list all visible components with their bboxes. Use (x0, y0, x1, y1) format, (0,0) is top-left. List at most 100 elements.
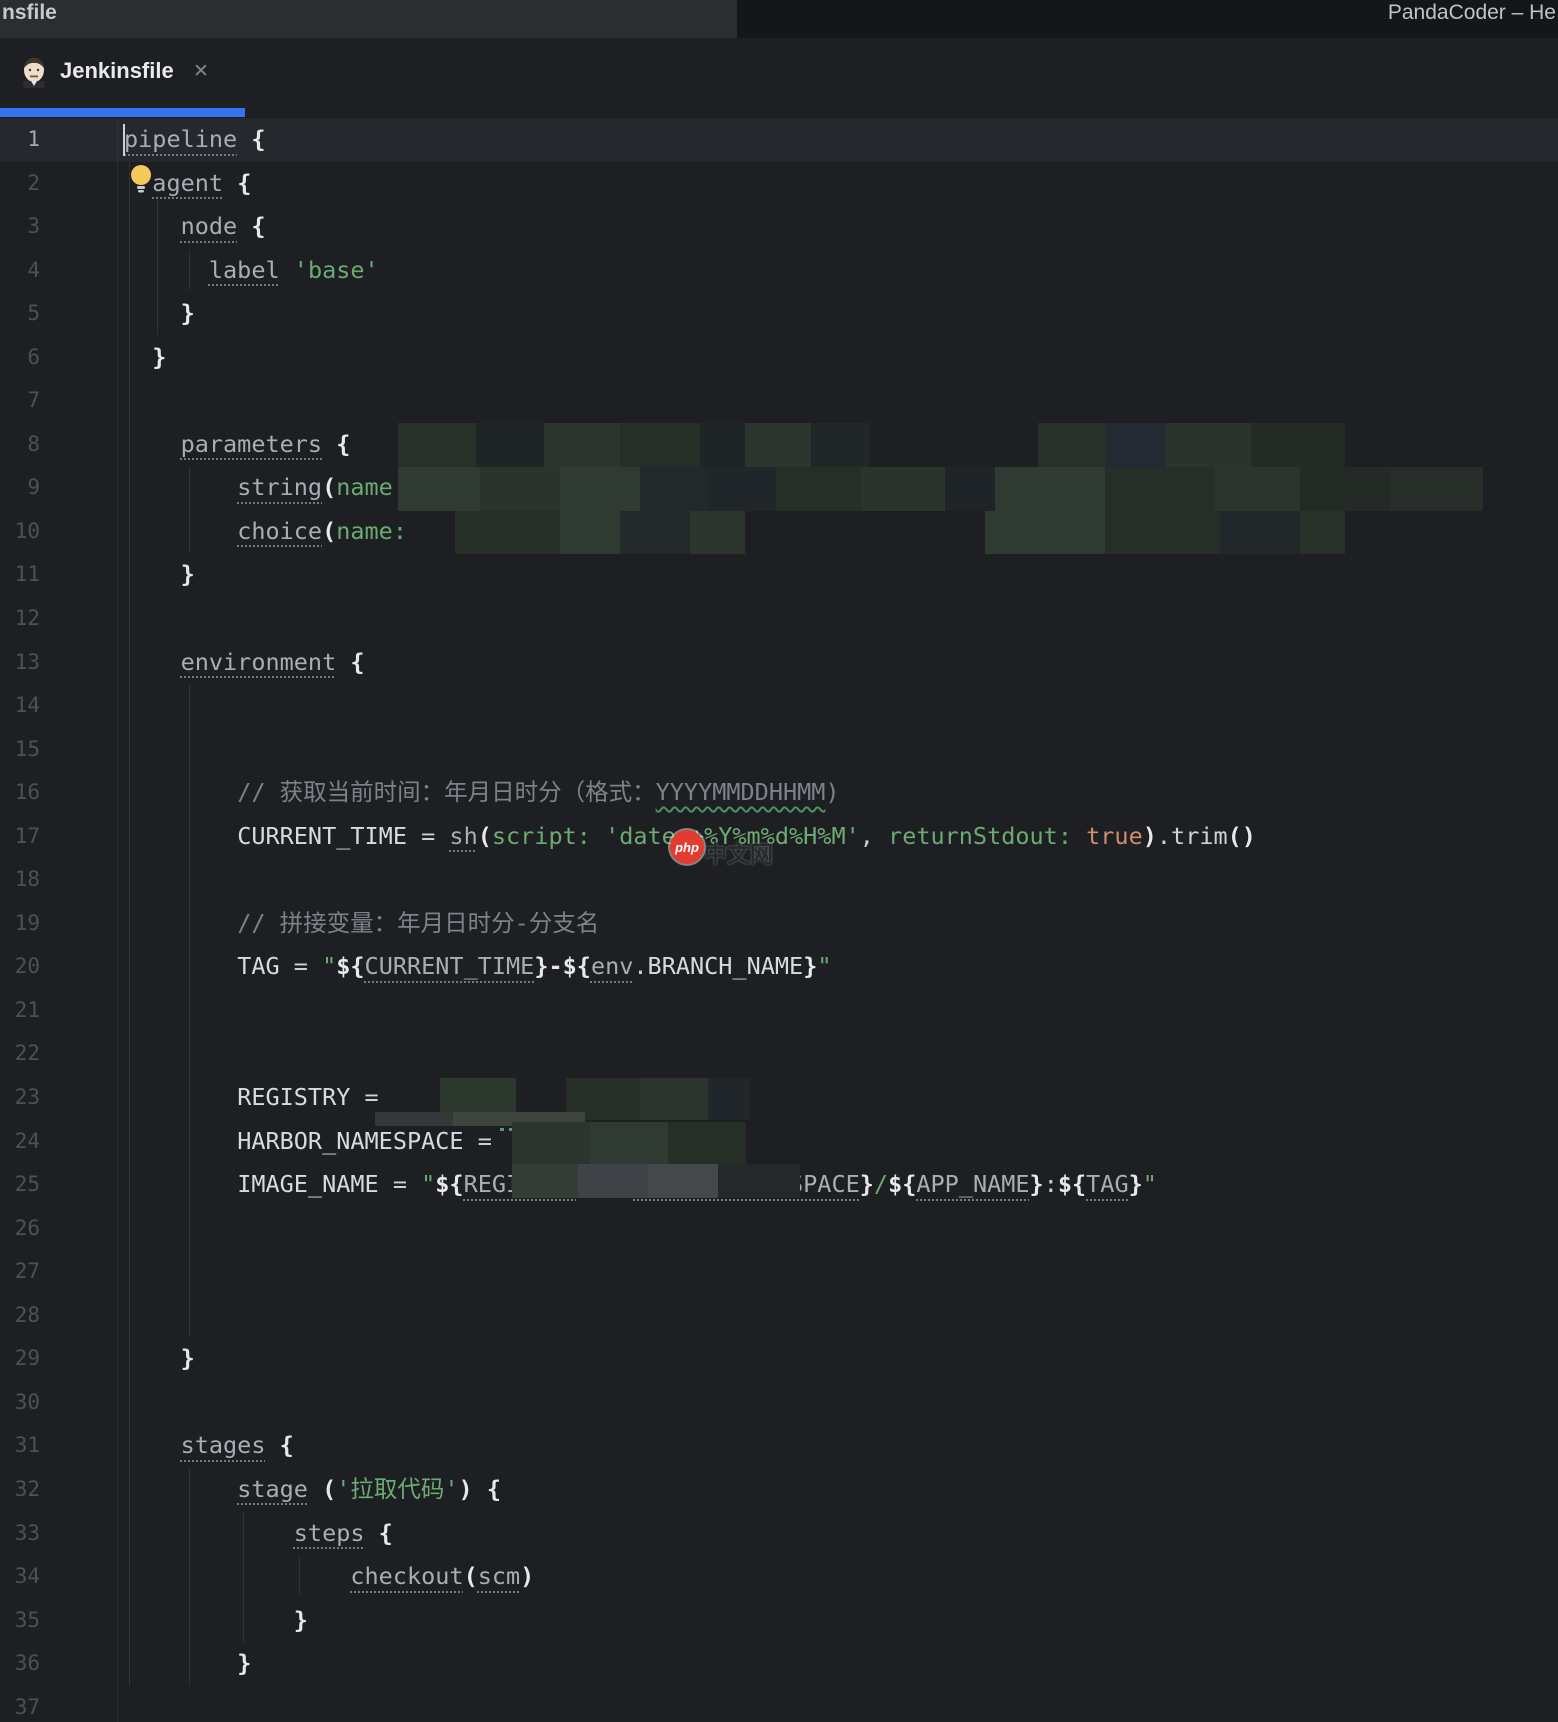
line-number[interactable]: 35 (0, 1599, 40, 1643)
line-number[interactable]: 1 (0, 118, 40, 162)
code-line[interactable]: // 拼接变量：年月日时分-分支名 (124, 902, 1256, 946)
code-token: returnStdout: (888, 821, 1072, 850)
line-number[interactable]: 2 (0, 162, 40, 206)
code-line[interactable]: stages { (124, 1424, 1256, 1468)
line-number[interactable]: 9 (0, 466, 40, 510)
code-token: } (180, 560, 195, 589)
line-number[interactable]: 6 (0, 336, 40, 380)
code-line[interactable]: } (124, 336, 1256, 380)
code-token: / (873, 1170, 889, 1199)
code-line[interactable]: } (124, 1599, 1256, 1643)
active-tab-indicator (0, 108, 245, 117)
code-line[interactable] (124, 989, 1256, 1033)
watermark: php 中文网 (670, 830, 790, 870)
line-number[interactable]: 11 (0, 553, 40, 597)
code-line[interactable]: TAG = "${CURRENT_TIME}-${env.BRANCH_NAME… (124, 945, 1256, 989)
code-token: env (590, 952, 634, 981)
code-line[interactable] (124, 1250, 1256, 1294)
line-number[interactable]: 36 (0, 1642, 40, 1686)
code-token: { (237, 212, 266, 241)
line-number[interactable]: 31 (0, 1424, 40, 1468)
code-token: " (817, 952, 832, 981)
code-line[interactable] (124, 1207, 1256, 1251)
code-line[interactable]: } (124, 1337, 1256, 1381)
line-number[interactable]: 24 (0, 1120, 40, 1164)
code-line[interactable]: // 获取当前时间：年月日时分（格式：YYYYMMDDHHMM) (124, 771, 1256, 815)
line-number[interactable]: 28 (0, 1294, 40, 1338)
code-line[interactable] (124, 1381, 1256, 1425)
code-token: { (322, 429, 351, 458)
code-token: TAG (1086, 1170, 1129, 1199)
code-line[interactable]: } (124, 553, 1256, 597)
code-token: { (223, 168, 252, 197)
code-token: ) (458, 1474, 473, 1503)
line-number[interactable]: 13 (0, 641, 40, 685)
code-token: , (859, 821, 889, 850)
line-number[interactable]: 7 (0, 379, 40, 423)
code-line[interactable] (124, 1686, 1256, 1722)
line-number[interactable]: 19 (0, 902, 40, 946)
line-number[interactable]: 23 (0, 1076, 40, 1120)
line-number[interactable]: 32 (0, 1468, 40, 1512)
code-line[interactable]: label 'base' (124, 249, 1256, 293)
code-token: sh (449, 821, 478, 850)
code-line[interactable]: pipeline { (124, 118, 1256, 162)
code-line[interactable]: steps { (124, 1512, 1256, 1556)
close-icon[interactable]: ✕ (193, 60, 209, 83)
code-line[interactable]: } (124, 292, 1256, 336)
code-token: ) (520, 1562, 535, 1591)
code-line[interactable]: node { (124, 205, 1256, 249)
code-line[interactable]: environment { (124, 641, 1256, 685)
line-number[interactable]: 3 (0, 205, 40, 249)
code-line[interactable] (124, 597, 1256, 641)
tab-jenkinsfile[interactable]: Jenkinsfile ✕ (0, 38, 245, 108)
line-number[interactable]: 27 (0, 1250, 40, 1294)
code-line[interactable]: checkout(scm) (124, 1555, 1256, 1599)
line-number[interactable]: 5 (0, 292, 40, 336)
code-token: ${ (562, 952, 591, 981)
line-number[interactable]: 10 (0, 510, 40, 554)
code-line[interactable] (124, 684, 1256, 728)
code-line[interactable] (124, 379, 1256, 423)
code-token: string (237, 473, 323, 502)
code-line[interactable]: } (124, 1642, 1256, 1686)
line-number[interactable]: 21 (0, 989, 40, 1033)
line-number[interactable]: 18 (0, 858, 40, 902)
line-number[interactable]: 8 (0, 423, 40, 467)
code-line[interactable] (124, 1294, 1256, 1338)
line-number[interactable]: 30 (0, 1381, 40, 1425)
line-number[interactable]: 22 (0, 1032, 40, 1076)
code-token: 'base' (293, 255, 379, 284)
line-number[interactable]: 33 (0, 1512, 40, 1556)
code-token: stages (180, 1431, 266, 1460)
line-number[interactable]: 14 (0, 684, 40, 728)
code-line[interactable] (124, 1032, 1256, 1076)
line-number[interactable]: 4 (0, 249, 40, 293)
code-line[interactable] (124, 728, 1256, 772)
line-number[interactable]: 15 (0, 728, 40, 772)
line-number[interactable]: 37 (0, 1686, 40, 1722)
line-number[interactable]: 29 (0, 1337, 40, 1381)
code-token: choice (237, 516, 323, 545)
line-number[interactable]: 12 (0, 597, 40, 641)
line-number[interactable]: 17 (0, 815, 40, 859)
code-area[interactable]: pipeline { agent { node { label 'base' }… (124, 118, 1256, 1722)
line-number[interactable]: 26 (0, 1207, 40, 1251)
code-line[interactable]: agent { (124, 162, 1256, 206)
line-number[interactable]: 34 (0, 1555, 40, 1599)
code-token: = (279, 952, 323, 981)
lightbulb-icon[interactable] (128, 163, 154, 200)
line-number[interactable]: 25 (0, 1163, 40, 1207)
line-number[interactable]: 16 (0, 771, 40, 815)
line-number[interactable]: 20 (0, 945, 40, 989)
code-line[interactable]: stage ('拉取代码') { (124, 1468, 1256, 1512)
